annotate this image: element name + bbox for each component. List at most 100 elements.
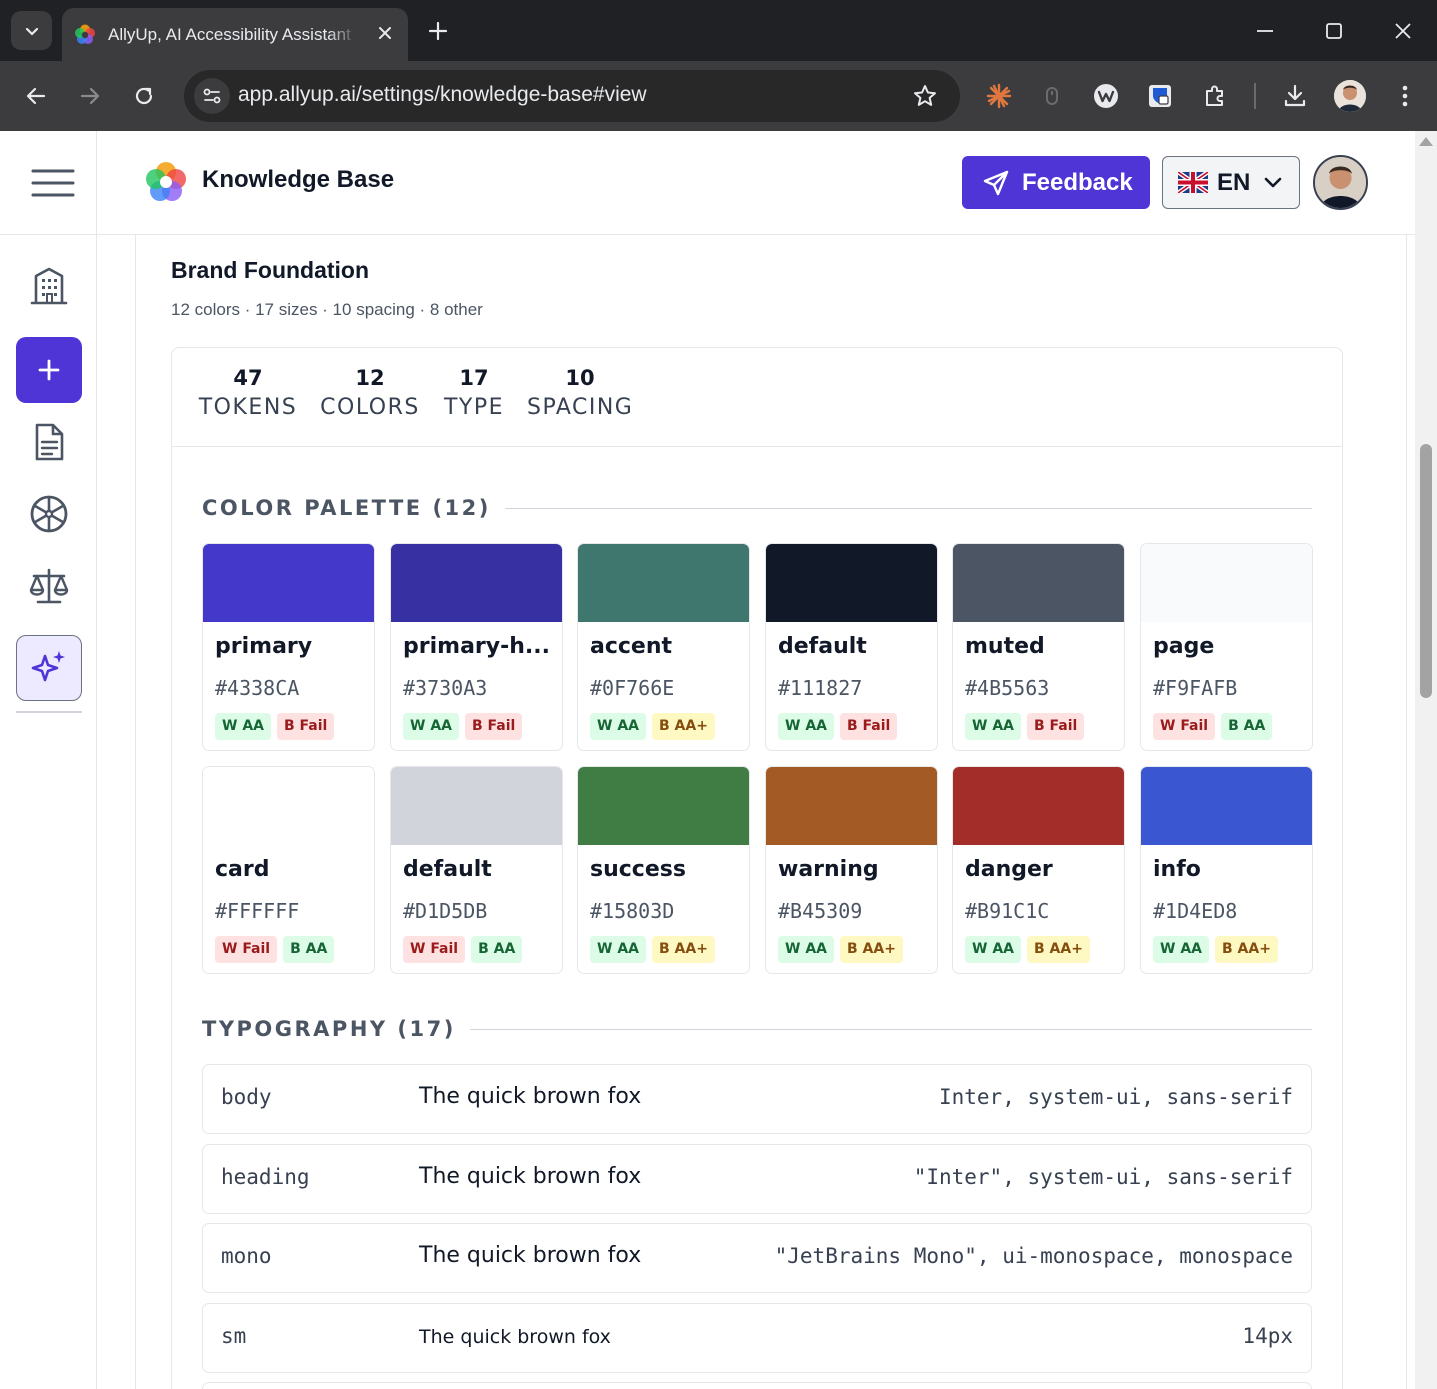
language-select[interactable]: EN [1162, 156, 1300, 209]
typography-row[interactable]: body The quick brown fox Inter, system-ui,… [202, 1064, 1312, 1134]
contrast-badge: B AA+ [1027, 936, 1090, 963]
typography-row[interactable]: heading The quick brown fox "Inter", syste… [202, 1144, 1312, 1214]
color-chip [953, 767, 1124, 845]
color-palette-header: COLOR PALETTE (12) [202, 493, 1312, 523]
user-avatar[interactable] [1313, 155, 1368, 210]
arrow-left-icon [26, 87, 46, 105]
tab-search-button[interactable] [11, 11, 52, 50]
color-name: primary [215, 634, 313, 659]
color-hex: #4B5563 [965, 676, 1050, 700]
toolbar-separator [1254, 83, 1256, 109]
extension-claude[interactable] [984, 81, 1014, 111]
maximize-icon[interactable] [1323, 20, 1345, 42]
extension-w[interactable] [1091, 81, 1121, 111]
section-subtitle: 12 colors · 17 sizes · 10 spacing · 8 ot… [171, 300, 483, 319]
color-swatch-card[interactable]: muted #4B5563 W AA B Fail [952, 543, 1125, 751]
color-swatch-card[interactable]: success #15803D W AA B AA+ [577, 766, 750, 974]
browser-menu-button[interactable] [1390, 81, 1420, 111]
color-swatch-card[interactable]: primary-h... #3730A3 W AA B Fail [390, 543, 563, 751]
contrast-badge: W AA [590, 713, 646, 740]
color-chip [766, 544, 937, 622]
type-sample: The quick brown fox [419, 1243, 642, 1268]
color-chip [391, 767, 562, 845]
window-close-icon[interactable] [1392, 20, 1414, 42]
browser-profile-avatar[interactable] [1334, 80, 1366, 112]
site-settings-icon [203, 88, 221, 104]
scroll-up-arrow-icon[interactable] [1419, 137, 1433, 146]
color-palette-title: COLOR PALETTE (12) [202, 496, 491, 520]
close-icon[interactable] [376, 24, 394, 42]
color-name: card [215, 857, 270, 882]
typography-row[interactable] [202, 1382, 1312, 1389]
color-name: muted [965, 634, 1045, 659]
typography-row[interactable]: sm The quick brown fox 14px [202, 1303, 1312, 1373]
downloads-button[interactable] [1280, 81, 1310, 111]
main-content: Brand Foundation 12 colors · 17 sizes · … [135, 235, 1407, 1389]
color-hex: #FFFFFF [215, 899, 300, 923]
back-button[interactable] [21, 81, 51, 111]
color-swatch-card[interactable]: warning #B45309 W AA B AA+ [765, 766, 938, 974]
color-swatch-card[interactable]: page #F9FAFB W Fail B AA [1140, 543, 1313, 751]
color-chip [953, 544, 1124, 622]
menu-icon[interactable] [31, 168, 75, 198]
sidebar-item-accessibility[interactable] [16, 481, 82, 547]
typography-header: TYPOGRAPHY (17) [202, 1014, 1312, 1044]
sidebar-add-button[interactable] [16, 337, 82, 403]
sidebar-item-organization[interactable] [16, 253, 82, 319]
send-icon [983, 170, 1009, 195]
contrast-badge: B Fail [277, 713, 335, 740]
feedback-button[interactable]: Feedback [962, 156, 1150, 209]
extension-mouse[interactable] [1037, 81, 1067, 111]
forward-button[interactable] [75, 81, 105, 111]
type-token-value: Inter, system-ui, sans-serif [938, 1085, 1293, 1109]
site-info-button[interactable] [194, 78, 230, 114]
stat-label: TOKENS [198, 395, 298, 420]
bookmark-star-icon[interactable] [912, 83, 938, 109]
puzzle-icon [1206, 85, 1223, 106]
section-title: Brand Foundation [171, 257, 370, 283]
page-scrollbar[interactable] [1415, 131, 1437, 1389]
color-swatch-card[interactable]: default #111827 W AA B Fail [765, 543, 938, 751]
color-chip [203, 544, 374, 622]
contrast-badges: W AA B Fail [778, 713, 903, 740]
browser-tab-active[interactable]: AllyUp, AI Accessibility Assistant [62, 8, 408, 61]
contrast-badge: W AA [778, 936, 834, 963]
new-tab-plus-icon[interactable] [426, 19, 450, 43]
sidebar-item-documents[interactable] [16, 409, 82, 475]
stat-value: 10 [565, 366, 595, 390]
contrast-badges: W Fail B AA [1153, 713, 1278, 740]
type-token-value: "JetBrains Mono", ui-monospace, monospac… [774, 1244, 1293, 1268]
color-name: success [590, 857, 686, 882]
stat-tokens: 47 TOKENS [198, 364, 298, 424]
reload-button[interactable] [129, 81, 159, 111]
color-chip [578, 544, 749, 622]
contrast-badges: W AA B Fail [965, 713, 1090, 740]
color-swatch-card[interactable]: primary #4338CA W AA B Fail [202, 543, 375, 751]
color-name: accent [590, 634, 673, 659]
contrast-badge: B Fail [840, 713, 898, 740]
color-swatch-card[interactable]: card #FFFFFF W Fail B AA [202, 766, 375, 974]
contrast-badge: W AA [965, 936, 1021, 963]
stat-value: 47 [233, 366, 263, 390]
app-root: Knowledge Base Feedback EN Brand Foundat… [0, 131, 1437, 1389]
page-title: Knowledge Base [202, 166, 395, 193]
color-swatch-card[interactable]: default #D1D5DB W Fail B AA [390, 766, 563, 974]
scrollbar-thumb[interactable] [1420, 444, 1432, 698]
color-swatch-card[interactable]: danger #B91C1C W AA B AA+ [952, 766, 1125, 974]
color-swatch-card[interactable]: accent #0F766E W AA B AA+ [577, 543, 750, 751]
sidebar-item-compliance[interactable] [16, 553, 82, 619]
extension-bitwarden[interactable] [1145, 81, 1175, 111]
typography-row[interactable]: mono The quick brown fox "JetBrains Mono",… [202, 1223, 1312, 1293]
extensions-button[interactable] [1200, 81, 1230, 111]
minimize-icon[interactable] [1254, 20, 1276, 42]
shield-lock-extension-icon [1149, 85, 1171, 107]
typography-title: TYPOGRAPHY (17) [202, 1017, 456, 1041]
color-name: default [403, 857, 492, 882]
contrast-badge: W AA [965, 713, 1021, 740]
type-token-name: heading [221, 1165, 310, 1189]
color-name: info [1153, 857, 1201, 882]
color-swatch-card[interactable]: info #1D4ED8 W AA B AA+ [1140, 766, 1313, 974]
tab-title: AllyUp, AI Accessibility Assistant [108, 24, 351, 44]
sidebar-item-ai-assistant[interactable] [16, 635, 82, 701]
address-bar[interactable]: app.allyup.ai/settings/knowledge-base#vi… [184, 70, 960, 122]
